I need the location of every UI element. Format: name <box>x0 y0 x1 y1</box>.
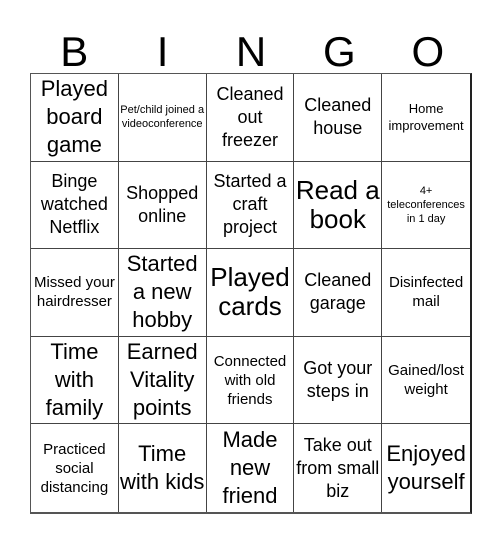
bingo-cell[interactable]: Made new friend <box>207 424 295 512</box>
bingo-cell[interactable]: Started a craft project <box>206 161 295 250</box>
bingo-cell-label: Cleaned out freezer <box>216 83 284 150</box>
bingo-cell[interactable]: 4+ teleconferences in 1 day <box>382 162 470 250</box>
bingo-cell-label: Made new friend <box>222 427 278 509</box>
bingo-header: B I N G O <box>30 30 472 73</box>
bingo-cell[interactable]: Started a new hobby <box>118 249 207 337</box>
bingo-cell-label: Gained/lost weight <box>388 362 465 399</box>
bingo-cell-label: 4+ teleconferences in 1 day <box>387 184 465 225</box>
bingo-cell[interactable]: Earned Vitality points <box>118 336 207 425</box>
header-letter-g: G <box>323 28 356 75</box>
bingo-cell-label: Time with family <box>45 339 104 421</box>
header-letter-b: B <box>60 28 89 75</box>
bingo-cell-label: Binge watched Netflix <box>40 171 108 238</box>
bingo-cell[interactable]: Played cards <box>206 249 295 337</box>
bingo-cell-label: Shopped online <box>126 182 199 226</box>
bingo-cell-label: Take out from small biz <box>296 434 380 501</box>
bingo-cell-label: Connected with old friends <box>213 352 287 408</box>
bingo-cell[interactable]: Practiced social distancing <box>31 424 119 512</box>
header-letter-i: I <box>156 28 169 75</box>
bingo-cell-label: Played cards <box>210 262 290 322</box>
bingo-cell[interactable]: Shopped online <box>118 161 207 250</box>
header-letter-n: N <box>235 28 267 75</box>
bingo-cell[interactable]: Take out from small biz <box>294 424 383 512</box>
bingo-cell-label: Disinfected mail <box>388 274 464 311</box>
bingo-cell[interactable]: Home improvement <box>382 74 470 162</box>
bingo-card: Played board game Pet/child joined a vide… <box>30 73 472 514</box>
header-letter-o: O <box>411 28 445 75</box>
bingo-cell[interactable]: Cleaned garage <box>294 249 383 337</box>
bingo-cell[interactable]: Read a book <box>294 161 383 250</box>
bingo-cell-label: Cleaned house <box>304 95 372 139</box>
bingo-cell[interactable]: Connected with old friends <box>206 336 295 425</box>
bingo-cell-label: Home improvement <box>388 101 464 134</box>
bingo-cell[interactable]: Time with kids <box>119 424 207 512</box>
bingo-cell[interactable]: Missed your hairdresser <box>31 249 119 337</box>
bingo-cell-label: Practiced social distancing <box>40 440 109 496</box>
bingo-cell[interactable]: Pet/child joined a videoconference <box>118 74 207 162</box>
bingo-cell[interactable]: Disinfected mail <box>382 249 470 337</box>
bingo-cell[interactable]: Gained/lost weight <box>382 337 470 425</box>
bingo-cell-label: Time with kids <box>120 441 205 495</box>
bingo-cell[interactable]: Got your steps in <box>294 336 383 425</box>
bingo-cell[interactable]: Binge watched Netflix <box>31 161 119 250</box>
bingo-cell-label: Pet/child joined a videoconference <box>120 104 205 131</box>
bingo-cell-label: Got your steps in <box>303 358 373 402</box>
bingo-cell[interactable]: Cleaned house <box>294 74 383 162</box>
bingo-cell-label: Started a craft project <box>213 171 287 238</box>
bingo-cell-label: Read a book <box>295 174 380 234</box>
bingo-cell-label: Cleaned garage <box>304 270 372 314</box>
bingo-cell-label: Earned Vitality points <box>126 339 198 421</box>
bingo-cell[interactable]: Played board game <box>31 74 119 162</box>
bingo-cell[interactable]: Cleaned out freezer <box>206 74 295 162</box>
bingo-cell-label: Enjoyed yourself <box>386 441 466 495</box>
bingo-cell-label: Played board game <box>40 76 109 158</box>
bingo-cell-label: Started a new hobby <box>126 251 198 333</box>
bingo-cell[interactable]: Enjoyed yourself <box>382 424 470 512</box>
bingo-cell-label: Missed your hairdresser <box>33 274 115 311</box>
bingo-cell[interactable]: Time with family <box>31 336 119 425</box>
